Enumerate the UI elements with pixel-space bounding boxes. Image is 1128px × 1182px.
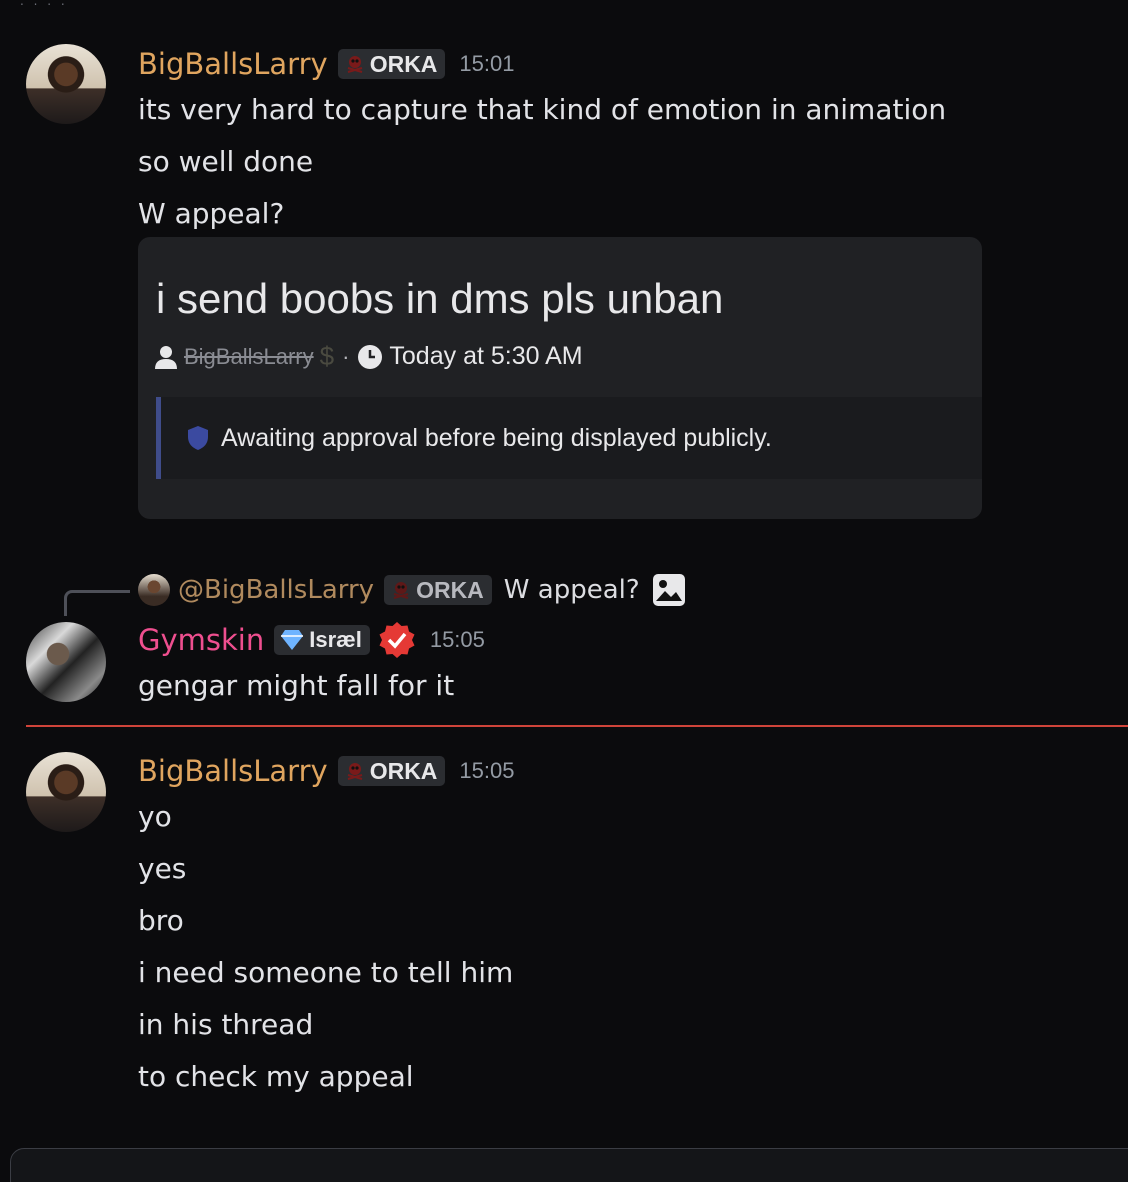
embed-meta: BigBallsLarry $ · Today at 5:30 AM	[154, 341, 583, 372]
role-label: ORKA	[416, 576, 484, 603]
message-line: W appeal?	[138, 197, 285, 230]
embedded-image[interactable]: i send boobs in dms pls unban BigBallsLa…	[138, 237, 982, 519]
message-header: BigBallsLarry ORKA 15:05	[138, 751, 1128, 791]
message-line: its very hard to capture that kind of em…	[138, 93, 947, 126]
image-icon	[652, 574, 685, 606]
reply-avatar	[138, 574, 170, 606]
message-line: to check my appeal	[138, 1060, 414, 1093]
message-input[interactable]	[10, 1148, 1128, 1182]
embed-author: BigBallsLarry	[184, 343, 314, 369]
message-line: so well done	[138, 145, 314, 178]
clipped-previous-content: . . . .	[20, 0, 68, 8]
notice-text: Awaiting approval before being displayed…	[221, 423, 772, 452]
avatar[interactable]	[26, 752, 106, 832]
role-tag[interactable]: ORKA	[337, 49, 446, 79]
avatar[interactable]	[26, 622, 106, 702]
shield-icon	[188, 426, 208, 450]
message-line: in his thread	[138, 1008, 314, 1041]
message-group: BigBallsLarry ORKA 15:05 yo yes bro i ne…	[138, 751, 1128, 1103]
message-header: BigBallsLarry ORKA 15:01	[138, 44, 1128, 84]
message-line: yo	[138, 800, 172, 833]
message-line: gengar might fall for it	[138, 669, 455, 702]
timestamp: 15:05	[429, 627, 485, 652]
role-label: ORKA	[369, 50, 438, 77]
approval-notice: Awaiting approval before being displayed…	[156, 397, 982, 479]
diamond-icon	[281, 630, 304, 650]
role-label: Isræl	[309, 627, 362, 652]
embed-title: i send boobs in dms pls unban	[156, 275, 724, 322]
timestamp: 15:01	[459, 51, 515, 76]
reply-mention[interactable]: @BigBallsLarry	[178, 575, 374, 605]
user-icon	[155, 345, 177, 369]
avatar[interactable]	[26, 44, 106, 124]
message-group: BigBallsLarry ORKA 15:01 its very hard t…	[138, 44, 1128, 240]
reply-reference[interactable]: @BigBallsLarry ORKA W appeal?	[138, 572, 686, 608]
dollar-icon: $	[319, 341, 335, 371]
message-line: yes	[138, 852, 187, 885]
username[interactable]: BigBallsLarry	[138, 754, 328, 788]
new-messages-divider	[26, 725, 1128, 727]
clock-icon	[358, 344, 383, 369]
skull-role-icon	[347, 56, 362, 73]
verified-icon	[379, 622, 415, 658]
chat-view: . . . . BigBallsLarry ORKA 15:01 its ver…	[0, 0, 1128, 1182]
reply-role-tag: ORKA	[384, 575, 492, 605]
username[interactable]: BigBallsLarry	[138, 47, 328, 81]
embed-timestamp: Today at 5:30 AM	[389, 342, 583, 370]
message-header: Gymskin Isræl 15:05	[138, 620, 1128, 660]
skull-role-icon	[393, 582, 409, 599]
message-line: i need someone to tell him	[138, 956, 514, 989]
role-tag[interactable]: ORKA	[337, 756, 446, 786]
timestamp: 15:05	[459, 758, 515, 783]
message-line: bro	[138, 904, 184, 937]
skull-role-icon	[347, 763, 362, 780]
reply-text: W appeal?	[503, 575, 640, 605]
role-tag[interactable]: Isræl	[274, 625, 370, 655]
separator: ·	[342, 343, 350, 369]
username[interactable]: Gymskin	[138, 623, 264, 657]
message-group: Gymskin Isræl 15:05 gengar might fall fo…	[138, 620, 1128, 712]
reply-connector	[64, 590, 130, 616]
role-label: ORKA	[369, 757, 438, 784]
